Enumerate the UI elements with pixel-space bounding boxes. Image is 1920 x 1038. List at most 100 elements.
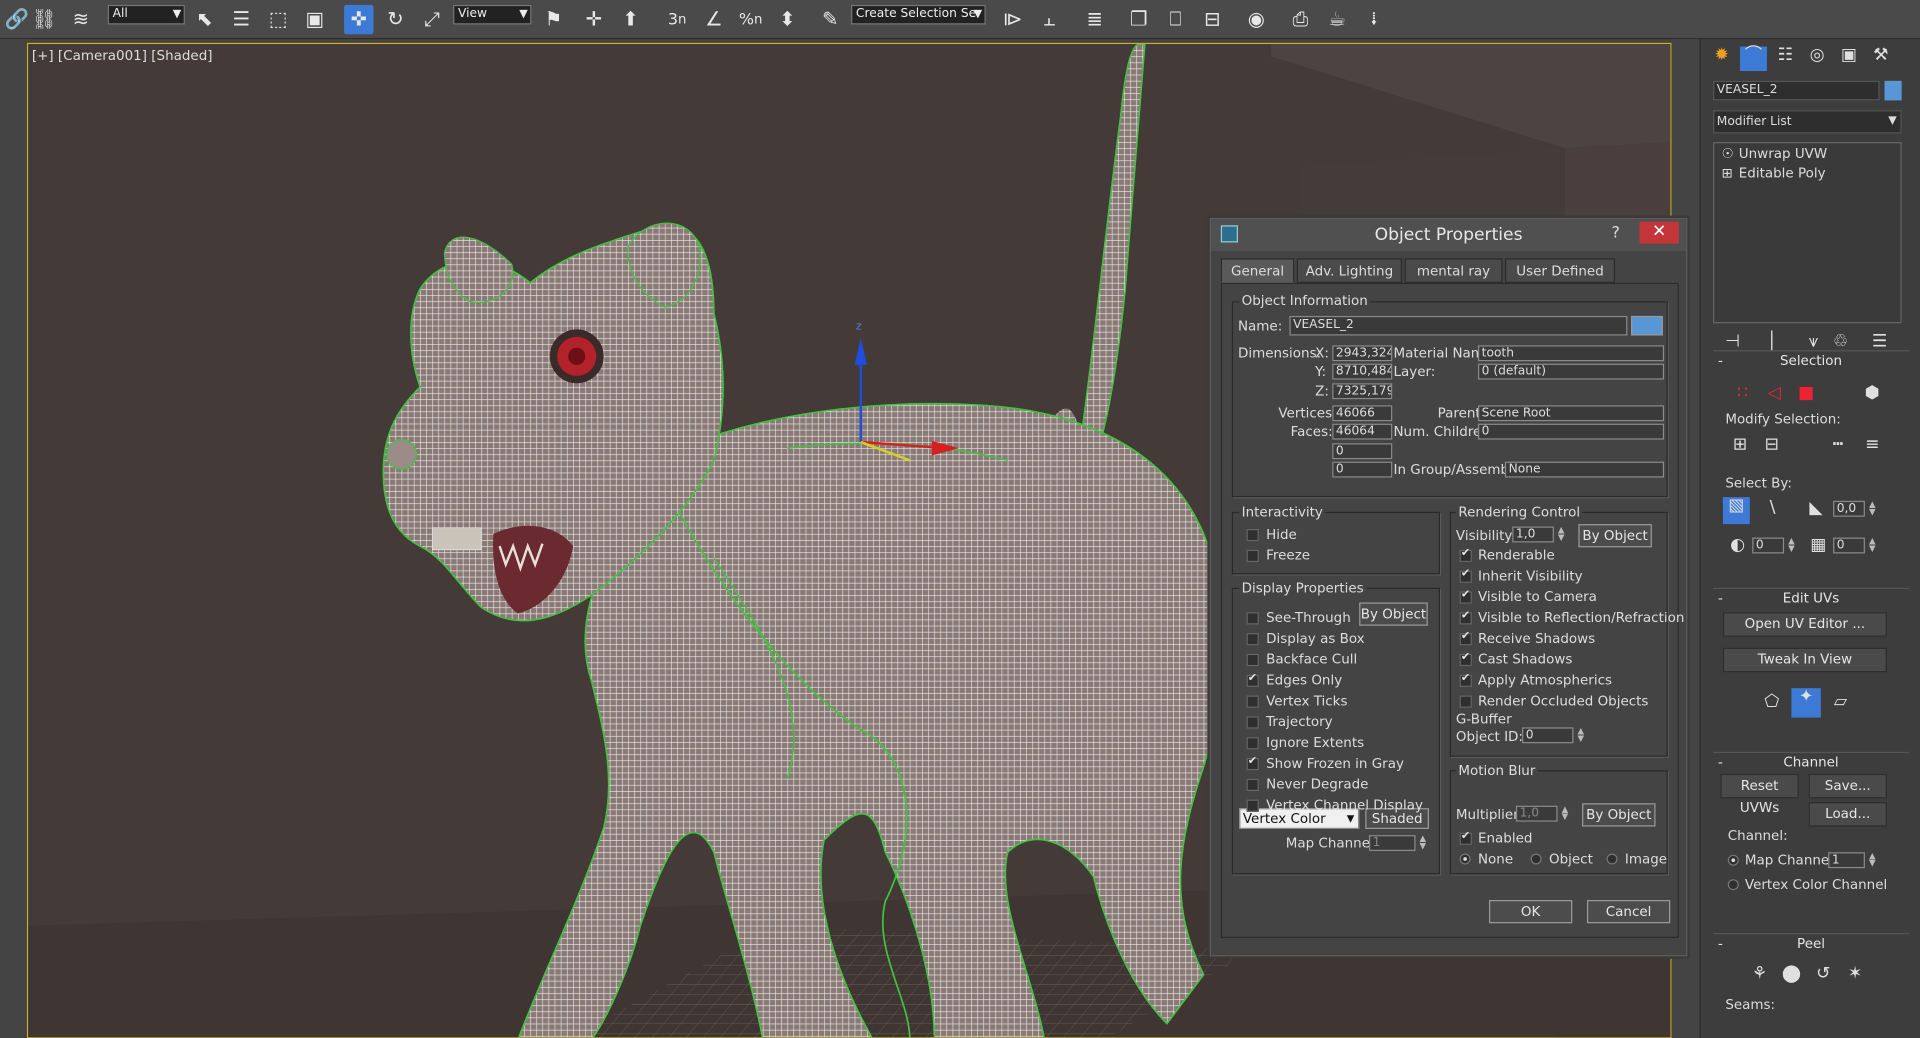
pivot-center-icon[interactable]: ⚑ — [539, 5, 568, 34]
selection-rollout-header[interactable]: - Selection — [1713, 350, 1909, 369]
mirror-icon[interactable]: ⧐ — [998, 5, 1027, 34]
object-name-field[interactable]: VEASEL_2 — [1713, 80, 1880, 101]
modifier-list-dropdown[interactable]: Modifier List ▼ — [1713, 110, 1902, 134]
curve-editor-icon[interactable]: ⎕ — [1161, 5, 1190, 34]
angle-snap-icon[interactable]: ∠ — [699, 5, 728, 34]
reference-coord-dropdown[interactable]: View ▼ — [453, 4, 532, 25]
hierarchy-tab-icon[interactable]: ☷ — [1772, 47, 1799, 71]
stack-item-editable-poly[interactable]: ⊞ Editable Poly — [1717, 165, 1898, 182]
display-option-checkbox[interactable] — [1246, 737, 1259, 750]
select-by-planar-icon[interactable]: ∖ — [1760, 500, 1784, 517]
matid-spinner[interactable]: ▲ ▼ — [1867, 537, 1877, 554]
rendering-option-checkbox[interactable] — [1459, 589, 1472, 604]
cancel-button[interactable]: Cancel — [1586, 900, 1671, 924]
multiplier-spinner[interactable]: ▲ ▼ — [1560, 805, 1570, 822]
configure-sets-icon[interactable]: ☰ — [1867, 333, 1891, 350]
visibility-field[interactable]: 1,0 — [1512, 526, 1554, 543]
map-channel-radio[interactable] — [1727, 854, 1739, 866]
save-uvws-button[interactable]: Save... — [1808, 773, 1887, 799]
channel-rollout-header[interactable]: - Channel — [1713, 751, 1909, 770]
percent-snap-icon[interactable]: % n — [736, 5, 765, 34]
display-tab-icon[interactable]: ▣ — [1836, 47, 1863, 71]
remove-modifier-icon[interactable]: ♲ — [1828, 333, 1852, 350]
object-color-swatch[interactable] — [1631, 315, 1663, 336]
none-radio[interactable] — [1459, 853, 1471, 865]
display-option-checkbox[interactable] — [1246, 756, 1259, 771]
edit-named-selection-icon[interactable]: ✎ — [816, 5, 845, 34]
close-button[interactable]: ✕ — [1639, 221, 1679, 244]
tab-adv-lighting[interactable]: Adv. Lighting — [1296, 258, 1403, 283]
edge-select-icon[interactable]: ◁ — [1762, 384, 1786, 401]
display-option-checkbox[interactable] — [1246, 799, 1259, 812]
peel-reset-icon[interactable]: ↺ — [1811, 965, 1835, 982]
cmd-map-channel-spinner[interactable]: ▲ ▼ — [1867, 852, 1877, 868]
quick-map-icon[interactable]: ⬠ — [1760, 693, 1784, 710]
peel-pin-icon[interactable]: ✶ — [1843, 965, 1867, 982]
select-by-element-icon[interactable]: ▧ — [1722, 497, 1750, 525]
display-option-checkbox[interactable] — [1246, 672, 1259, 687]
rendering-option-checkbox[interactable] — [1459, 651, 1472, 667]
ok-button[interactable]: OK — [1488, 900, 1573, 924]
lightbulb-icon[interactable]: ☉ — [1722, 146, 1734, 163]
peel-rollout-header[interactable]: - Peel — [1713, 933, 1909, 951]
select-object-icon[interactable]: ⬉ — [190, 5, 219, 34]
make-unique-icon[interactable]: ⩛ — [1801, 333, 1825, 350]
rendering-option-checkbox[interactable] — [1459, 631, 1472, 646]
edit-uvs-rollout-header[interactable]: - Edit UVs — [1713, 587, 1909, 606]
map-channel-field[interactable]: 1 — [1368, 835, 1416, 852]
select-scale-icon[interactable]: ⤢ — [418, 5, 447, 34]
viewport-label[interactable]: [+] [Camera001] [Shaded] — [32, 48, 213, 64]
bind-spacewarp-icon[interactable]: ≋ — [66, 5, 95, 34]
vertex-color-channel-radio[interactable] — [1727, 879, 1739, 891]
map-channel-spinner[interactable]: ▲ ▼ — [1418, 834, 1428, 851]
planar-angle-icon[interactable]: ◣ — [1804, 500, 1828, 517]
matid-field[interactable]: 0 — [1833, 537, 1865, 554]
select-move-icon[interactable]: ✜ — [344, 4, 374, 35]
open-uv-editor-button[interactable]: Open UV Editor ... — [1722, 612, 1887, 637]
ring-selection-icon[interactable]: ┅ — [1826, 436, 1850, 453]
tweak-in-view-button[interactable]: Tweak In View — [1722, 647, 1887, 673]
peel-quick-icon[interactable]: ⚘ — [1747, 965, 1771, 982]
scene-explorer-icon[interactable]: ❐ — [1124, 5, 1153, 34]
quick-planar-icon[interactable]: ✦ — [1791, 688, 1821, 718]
display-option-checkbox[interactable] — [1246, 695, 1259, 708]
render-frame-icon[interactable]: ☕ — [1322, 5, 1351, 34]
sg-spinner[interactable]: ▲ ▼ — [1787, 537, 1797, 554]
align-icon[interactable]: ⫠ — [1035, 5, 1064, 34]
loop-selection-icon[interactable]: ≡ — [1860, 436, 1884, 453]
rect-selection-icon[interactable]: ⬚ — [263, 5, 292, 34]
display-by-object-button[interactable]: By Object — [1359, 602, 1428, 626]
tab-mental-ray[interactable]: mental ray — [1404, 258, 1503, 283]
rendering-option-checkbox[interactable] — [1459, 672, 1472, 687]
select-by-matid-icon[interactable]: ▦ — [1806, 536, 1830, 553]
motion-tab-icon[interactable]: ◎ — [1804, 47, 1831, 71]
motion-blur-by-object-button[interactable]: By Object — [1582, 803, 1656, 827]
keyboard-shortcut-icon[interactable]: ⬆ — [616, 5, 645, 34]
display-option-checkbox[interactable] — [1246, 716, 1259, 729]
sg-field[interactable]: 0 — [1752, 537, 1785, 554]
schematic-view-icon[interactable]: ⊟ — [1198, 5, 1227, 34]
rendering-option-checkbox[interactable] — [1459, 547, 1472, 563]
display-option-checkbox[interactable] — [1246, 612, 1259, 625]
rendering-option-checkbox[interactable] — [1459, 568, 1472, 583]
render-setup-icon[interactable]: ⎙ — [1286, 5, 1315, 34]
layer-manager-icon[interactable]: ≣ — [1080, 5, 1109, 34]
freeze-checkbox[interactable] — [1246, 549, 1259, 563]
select-by-sg-icon[interactable]: ◐ — [1725, 536, 1749, 553]
material-editor-icon[interactable]: ◉ — [1242, 5, 1271, 34]
cmd-map-channel-field[interactable]: 1 — [1828, 852, 1865, 869]
reset-uvws-button[interactable]: Reset UVWs — [1720, 773, 1799, 816]
window-crossing-icon[interactable]: ▣ — [300, 5, 329, 34]
help-button[interactable]: ? — [1612, 224, 1620, 242]
display-option-checkbox[interactable] — [1246, 778, 1259, 792]
object-id-spinner[interactable]: ▲ ▼ — [1576, 727, 1586, 743]
image-radio[interactable] — [1606, 853, 1618, 865]
planar-angle-spinner[interactable]: ▲ ▼ — [1867, 500, 1877, 517]
show-end-result-icon[interactable]: │ — [1760, 333, 1784, 350]
manipulate-icon[interactable]: ✛ — [579, 5, 608, 34]
rendering-option-checkbox[interactable] — [1459, 610, 1472, 625]
vertex-select-icon[interactable]: ∷ — [1730, 384, 1754, 401]
name-field[interactable]: VEASEL_2 — [1289, 315, 1628, 336]
hide-checkbox[interactable] — [1246, 528, 1259, 542]
map-align-icon[interactable]: ▱ — [1828, 693, 1852, 710]
